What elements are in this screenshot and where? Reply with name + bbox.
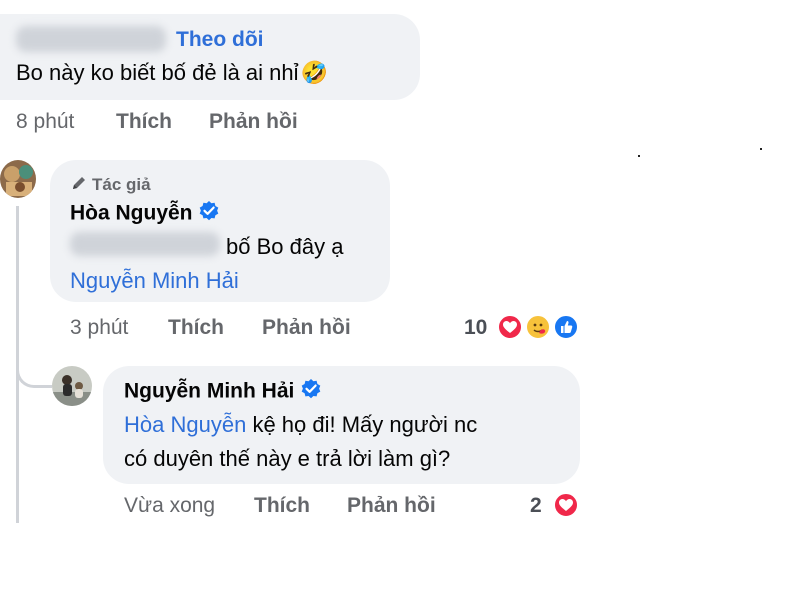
comment-text-line2: có duyên thế này e trả lời làm gì? (124, 446, 451, 471)
laughing-emoji-icon: 🤣 (300, 60, 328, 85)
blurred-commenter-name (16, 26, 166, 52)
comment-text-body: Bo này ko biết bố đẻ là ai nhỉ (16, 60, 299, 85)
reply-button[interactable]: Phản hồi (209, 110, 298, 134)
verified-badge-icon (300, 378, 322, 406)
follow-link[interactable]: Theo dõi (176, 28, 264, 52)
comment-author[interactable]: Nguyễn Minh Hải (124, 378, 322, 406)
blurred-mention (70, 232, 220, 256)
avatar[interactable] (0, 160, 36, 198)
comment-time: 8 phút (16, 110, 75, 133)
pencil-icon (70, 174, 88, 197)
comment-text-line1: kệ họ đi! Mấy người nc (252, 412, 478, 437)
love-reaction-icon (553, 492, 579, 518)
care-reaction-icon (525, 314, 551, 340)
avatar[interactable] (52, 366, 92, 406)
like-reaction-icon (553, 314, 579, 340)
author-name[interactable]: Hòa Nguyễn (70, 202, 193, 225)
comment-time: 3 phút (70, 316, 129, 339)
author-badge: Tác giả (70, 174, 151, 197)
love-reaction-icon (497, 314, 523, 340)
reaction-count[interactable]: 10 (464, 316, 487, 340)
thread-line (16, 206, 19, 523)
reaction-count[interactable]: 2 (530, 494, 542, 518)
reply-button[interactable]: Phản hồi (262, 316, 351, 340)
like-button[interactable]: Thích (254, 494, 310, 518)
author-name[interactable]: Nguyễn Minh Hải (124, 380, 294, 403)
mention-link[interactable]: Nguyễn Minh Hải (70, 268, 239, 294)
reply-button[interactable]: Phản hồi (347, 494, 436, 518)
mention-link[interactable]: Hòa Nguyễn (124, 412, 246, 437)
comment-text: Hòa Nguyễn kệ họ đi! Mấy người nc (124, 412, 477, 438)
author-badge-label: Tác giả (92, 174, 151, 194)
comment-text: Bo này ko biết bố đẻ là ai nhỉ🤣 (16, 60, 328, 86)
comment-author[interactable]: Hòa Nguyễn (70, 200, 220, 228)
stray-dot (638, 155, 640, 157)
stray-dot (760, 148, 762, 150)
comment-thread: Theo dõi Bo này ko biết bố đẻ là ai nhỉ🤣… (0, 0, 600, 523)
comment-time: Vừa xong (124, 494, 216, 517)
verified-badge-icon (198, 200, 220, 228)
comment-text: bố Bo đây ạ (226, 234, 344, 259)
reply-connector (16, 366, 52, 388)
like-button[interactable]: Thích (116, 110, 172, 134)
like-button[interactable]: Thích (168, 316, 224, 340)
